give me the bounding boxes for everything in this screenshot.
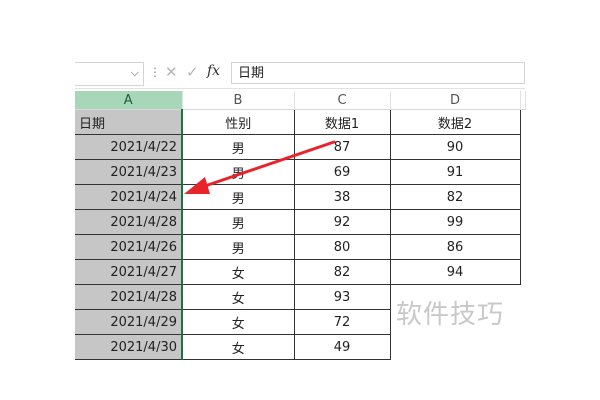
arrow-shaft [203,140,336,188]
watermark: 软件技巧 [396,300,505,330]
arrow-head [184,177,210,194]
red-arrow-annotation [184,140,336,194]
